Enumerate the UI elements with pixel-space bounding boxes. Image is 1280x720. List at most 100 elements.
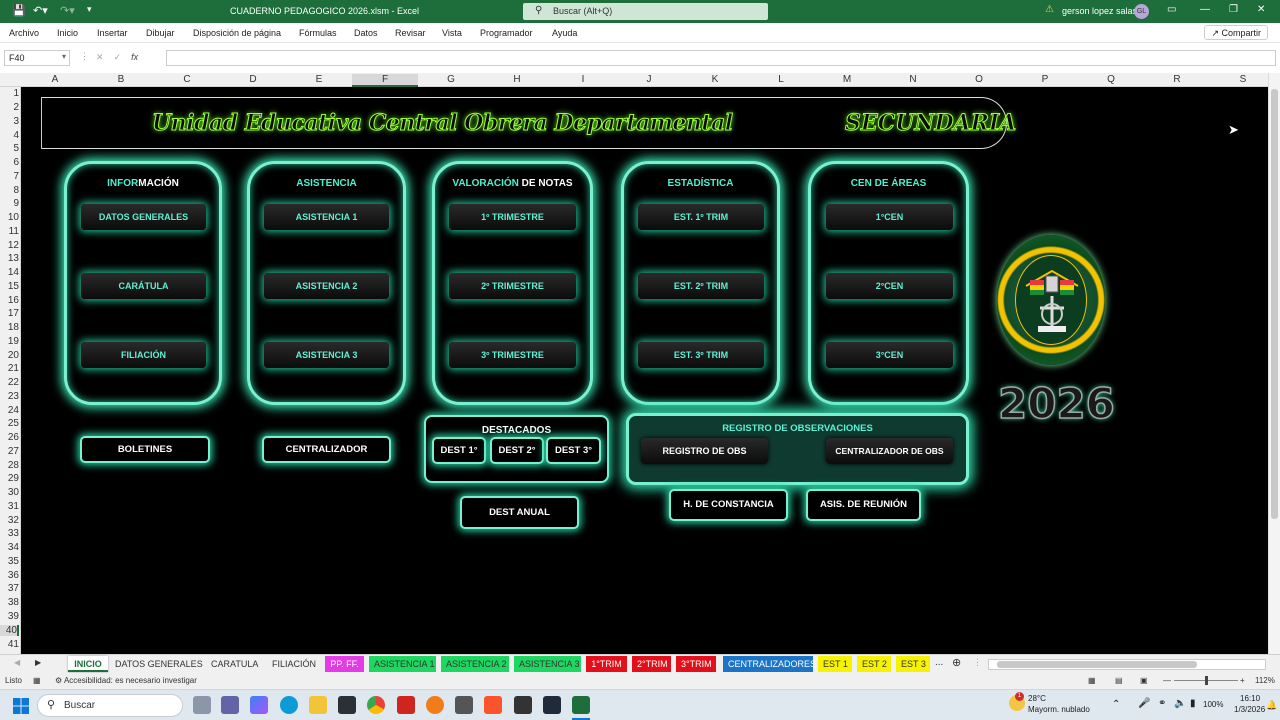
row-header-selected[interactable]: 40 <box>0 625 19 636</box>
more-sheets[interactable]: ... <box>935 657 943 668</box>
magnifier-app-icon[interactable] <box>426 696 444 714</box>
sheet-tab[interactable]: EST 3 <box>896 656 930 672</box>
constancia-button[interactable]: H. DE CONSTANCIA <box>669 489 788 521</box>
dest-2-button[interactable]: DEST 2° <box>490 437 544 464</box>
row-header[interactable]: 17 <box>0 308 19 319</box>
brave-icon[interactable] <box>484 696 502 714</box>
sheet-tab[interactable]: 1°TRIM <box>586 656 627 672</box>
column-header[interactable]: J <box>616 74 682 85</box>
menu-ayuda[interactable]: Ayuda <box>552 28 577 38</box>
accessibility-status[interactable]: ⚙ Accesibilidad: es necesario investigar <box>55 676 197 685</box>
ribbon-display-icon[interactable]: ▭ <box>1167 4 1176 15</box>
next-sheet-icon[interactable]: ▶ <box>35 658 41 667</box>
zoom-in-icon[interactable]: + <box>1240 676 1245 685</box>
column-header[interactable]: B <box>88 74 154 85</box>
weather-temp[interactable]: 28°C <box>1028 694 1046 703</box>
minimize-icon[interactable]: — <box>1200 4 1210 15</box>
asis-reunion-button[interactable]: ASIS. DE REUNIÓN <box>806 489 921 521</box>
close-icon[interactable]: ✕ <box>1257 4 1265 15</box>
column-header[interactable]: O <box>946 74 1012 85</box>
menu-dibujar[interactable]: Dibujar <box>146 28 175 38</box>
task-view-icon[interactable] <box>193 696 211 714</box>
row-header[interactable]: 34 <box>0 542 19 553</box>
sheet-tab[interactable]: PP. FF. <box>325 656 364 672</box>
namebox-dropdown-icon[interactable]: ▾ <box>62 52 66 61</box>
row-header[interactable]: 22 <box>0 377 19 388</box>
column-header[interactable]: G <box>418 74 484 85</box>
row-header[interactable]: 3 <box>0 116 19 127</box>
trimestre-2-button[interactable]: 2º TRIMESTRE <box>449 273 576 299</box>
row-header[interactable]: 11 <box>0 226 19 237</box>
sheet-tab[interactable]: EST 2 <box>857 656 891 672</box>
row-header[interactable]: 15 <box>0 281 19 292</box>
column-header[interactable]: L <box>748 74 814 85</box>
menu-vista[interactable]: Vista <box>442 28 462 38</box>
est-trim-3-button[interactable]: EST. 3º TRIM <box>638 342 764 368</box>
column-header[interactable]: R <box>1144 74 1210 85</box>
sheet-tab[interactable]: ASISTENCIA 3 <box>514 656 581 672</box>
row-header[interactable]: 13 <box>0 253 19 264</box>
centralizador-button[interactable]: CENTRALIZADOR <box>262 436 391 463</box>
normal-view-icon[interactable]: ▦ <box>1088 676 1096 685</box>
sheet-tab[interactable]: CENTRALIZADORES <box>723 656 816 672</box>
page-break-icon[interactable]: ▣ <box>1140 676 1148 685</box>
wifi-icon[interactable]: ⚭ <box>1158 698 1166 709</box>
zoom-out-icon[interactable]: — <box>1163 676 1171 685</box>
centralizador-obs-button[interactable]: CENTRALIZADOR DE OBS <box>826 438 953 464</box>
row-header[interactable]: 30 <box>0 487 19 498</box>
menu-inicio[interactable]: Inicio <box>57 28 78 38</box>
trimestre-1-button[interactable]: 1º TRIMESTRE <box>449 204 576 230</box>
column-header[interactable]: M <box>814 74 880 85</box>
row-header[interactable]: 36 <box>0 570 19 581</box>
windows-start-icon[interactable] <box>13 698 29 714</box>
row-header[interactable]: 25 <box>0 418 19 429</box>
sheet-tab[interactable]: FILIACIÓN <box>267 656 321 672</box>
row-header[interactable]: 26 <box>0 432 19 443</box>
sheet-tab[interactable]: EST 1 <box>818 656 852 672</box>
row-header[interactable]: 38 <box>0 597 19 608</box>
sheet-tab[interactable]: INICIO <box>68 656 108 672</box>
user-name[interactable]: gerson lopez salas <box>1062 6 1137 16</box>
share-button[interactable]: ↗ Compartir <box>1204 25 1268 40</box>
formula-input[interactable] <box>166 50 1276 66</box>
row-header[interactable]: 29 <box>0 473 19 484</box>
menu-datos[interactable]: Datos <box>354 28 378 38</box>
row-header[interactable]: 10 <box>0 212 19 223</box>
boletines-button[interactable]: BOLETINES <box>80 436 210 463</box>
dest-1-button[interactable]: DEST 1° <box>432 437 486 464</box>
app-l-icon[interactable] <box>397 696 415 714</box>
row-header[interactable]: 7 <box>0 171 19 182</box>
row-header[interactable]: 12 <box>0 240 19 251</box>
search-input[interactable]: ⚲ Buscar (Alt+Q) <box>523 3 768 20</box>
restore-icon[interactable]: ❐ <box>1229 4 1238 15</box>
menu-archivo[interactable]: Archivo <box>9 28 39 38</box>
chevron-up-icon[interactable]: ⌃ <box>1112 699 1120 710</box>
file-explorer-icon[interactable] <box>309 696 327 714</box>
vscode-icon[interactable] <box>543 696 561 714</box>
clock-time[interactable]: 16:10 <box>1240 694 1260 703</box>
column-header[interactable]: I <box>550 74 616 85</box>
registro-obs-button[interactable]: REGISTRO DE OBS <box>641 438 768 464</box>
row-header[interactable]: 9 <box>0 198 19 209</box>
menu-disposicion[interactable]: Disposición de página <box>193 28 281 38</box>
row-header[interactable]: 4 <box>0 130 19 141</box>
row-header[interactable]: 41 <box>0 639 19 650</box>
row-header[interactable]: 19 <box>0 336 19 347</box>
zoom-level[interactable]: 112% <box>1255 676 1275 685</box>
row-header[interactable]: 27 <box>0 446 19 457</box>
enter-icon[interactable]: ✓ <box>114 52 122 62</box>
zoom-slider-thumb[interactable] <box>1205 676 1208 685</box>
sheet-tab[interactable]: ASISTENCIA 1 <box>369 656 436 672</box>
datos-generales-button[interactable]: DATOS GENERALES <box>81 204 206 230</box>
column-header[interactable]: D <box>220 74 286 85</box>
row-header[interactable]: 33 <box>0 528 19 539</box>
row-header[interactable]: 37 <box>0 583 19 594</box>
caratula-button[interactable]: CARÁTULA <box>81 273 206 299</box>
name-box[interactable]: F40 <box>4 50 70 66</box>
add-sheet-icon[interactable]: ⊕ <box>952 656 961 669</box>
row-header[interactable]: 31 <box>0 501 19 512</box>
undo-icon[interactable]: ↶▾ <box>33 4 48 17</box>
menu-programador[interactable]: Programador <box>480 28 533 38</box>
row-header[interactable]: 18 <box>0 322 19 333</box>
sheet-tab[interactable]: 2°TRIM <box>632 656 671 672</box>
